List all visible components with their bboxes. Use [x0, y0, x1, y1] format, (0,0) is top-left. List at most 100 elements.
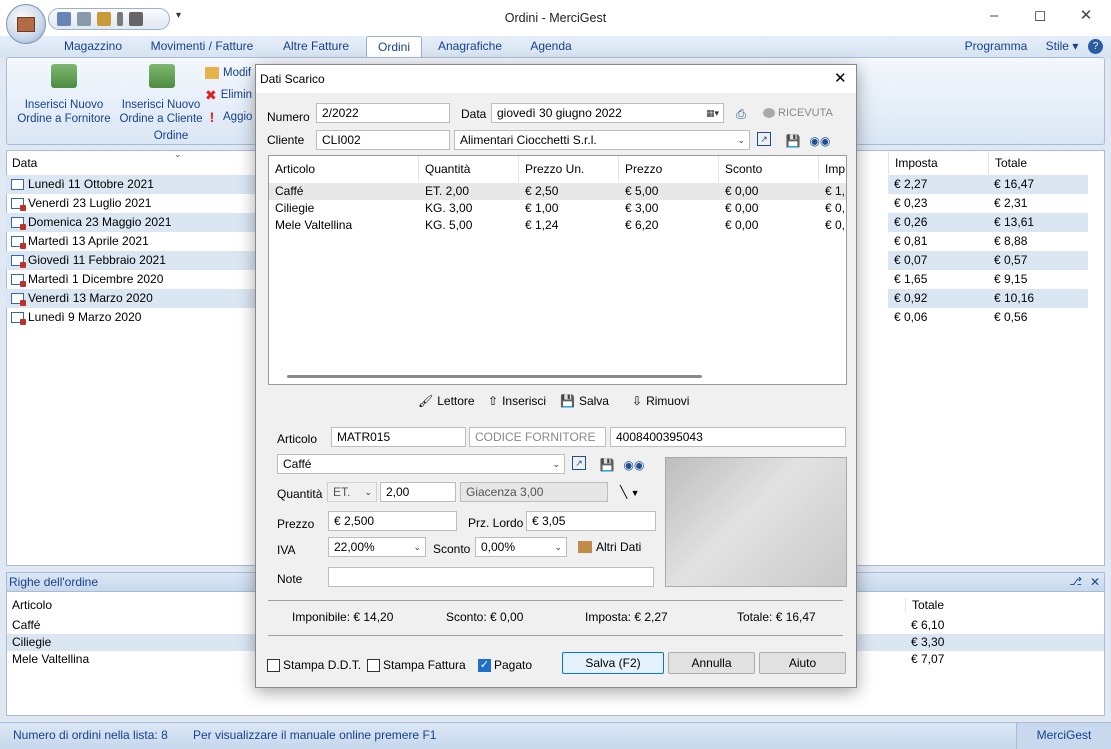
- cliente-select[interactable]: Alimentari Ciocchetti S.r.l. ⌄: [454, 130, 750, 150]
- line-articolo: Ciliegie: [12, 635, 52, 649]
- unit-select[interactable]: ET. ⌄: [327, 482, 377, 502]
- order-row-amounts[interactable]: € 0,81 € 8,88: [888, 232, 1088, 251]
- order-row[interactable]: Martedì 1 Dicembre 2020: [6, 270, 256, 289]
- grid-cell: € 2,50: [525, 184, 559, 198]
- barcode-field[interactable]: 4008400395043: [610, 427, 846, 447]
- order-imposta: € 0,07: [894, 253, 928, 267]
- order-row-amounts[interactable]: € 0,26 € 13,61: [888, 213, 1088, 232]
- pagato-checkbox[interactable]: ✓ Pagato: [478, 658, 532, 672]
- grid-row[interactable]: Ciliegie KG. 3,00 € 1,00 € 3,00 € 0,00 €…: [269, 200, 846, 217]
- numero-field[interactable]: 2/2022: [316, 103, 450, 123]
- order-row-amounts[interactable]: € 0,23 € 2,31: [888, 194, 1088, 213]
- order-row-amounts[interactable]: € 0,07 € 0,57: [888, 251, 1088, 270]
- new-supplier-order-button[interactable]: Inserisci Nuovo Ordine a Fornitore: [11, 62, 117, 126]
- inserisci-button[interactable]: ⇧ Inserisci: [488, 391, 546, 411]
- close-button[interactable]: ✕: [1063, 0, 1109, 32]
- dialog-close-icon[interactable]: ✕: [834, 69, 847, 87]
- tool-dropdown-button[interactable]: ╲ ▼: [620, 485, 640, 499]
- salva-row-button[interactable]: 💾 Salva: [560, 391, 609, 411]
- search-article-icon[interactable]: ◉◉: [624, 456, 645, 474]
- save-article-icon[interactable]: 💾: [598, 456, 616, 474]
- order-row[interactable]: Domenica 23 Maggio 2021: [6, 213, 256, 232]
- home-icon[interactable]: [57, 12, 71, 26]
- tab-anagrafiche[interactable]: Anagrafiche: [428, 36, 512, 58]
- cliente-code-field[interactable]: CLI002: [316, 130, 450, 150]
- order-row[interactable]: Venerdì 23 Luglio 2021: [6, 194, 256, 213]
- help-icon[interactable]: ?: [1088, 39, 1103, 54]
- pen-icon[interactable]: [97, 12, 111, 26]
- delete-button[interactable]: ✖ Elimin: [205, 86, 257, 104]
- tab-ordini[interactable]: Ordini: [366, 36, 422, 58]
- close-panel-icon[interactable]: ✕: [1090, 573, 1100, 591]
- new-client-order-button[interactable]: Inserisci Nuovo Ordine a Cliente: [111, 62, 211, 126]
- tool-icon[interactable]: [117, 12, 123, 26]
- tab-altre-fatture[interactable]: Altre Fatture: [270, 36, 362, 58]
- sconto-select[interactable]: 0,00% ⌄: [475, 537, 567, 557]
- save-client-icon[interactable]: 💾: [784, 132, 802, 150]
- date-picker[interactable]: giovedì 30 giugno 2022 ▦▾: [491, 103, 724, 123]
- users-icon[interactable]: [77, 12, 91, 26]
- note-field[interactable]: [328, 567, 654, 587]
- pin-icon[interactable]: ⎇: [1069, 573, 1082, 591]
- grid-row[interactable]: Mele Valtellina KG. 5,00 € 1,24 € 6,20 €…: [269, 217, 846, 234]
- ricevuta-button[interactable]: RICEVUTA: [763, 107, 833, 119]
- grid-header-imposta[interactable]: Imp: [819, 156, 847, 182]
- print-receipt-icon[interactable]: ⎙: [732, 105, 750, 123]
- salva-button[interactable]: Salva (F2): [562, 652, 664, 674]
- order-imposta: € 1,65: [894, 272, 928, 286]
- order-row-amounts[interactable]: € 0,92 € 10,16: [888, 289, 1088, 308]
- iva-select[interactable]: 22,00% ⌄: [328, 537, 426, 557]
- device-icon[interactable]: [129, 12, 143, 26]
- lettore-button[interactable]: 🖌 Lettore: [418, 391, 475, 411]
- modify-label: Modif: [223, 67, 252, 79]
- tab-magazzino[interactable]: Magazzino: [52, 36, 134, 58]
- grid-header-prezzo[interactable]: Prezzo: [619, 156, 719, 182]
- articolo-select[interactable]: Caffé ⌄: [277, 454, 565, 474]
- grid-row-selected[interactable]: Caffé ET. 2,00 € 2,50 € 5,00 € 0,00 € 1,: [269, 183, 846, 200]
- order-date: Giovedì 11 Febbraio 2021: [28, 253, 166, 267]
- prezzo-field[interactable]: € 2,500: [328, 511, 457, 531]
- order-row[interactable]: Giovedì 11 Febbraio 2021: [6, 251, 256, 270]
- open-article-icon[interactable]: ↗: [572, 456, 586, 470]
- order-row-amounts[interactable]: € 1,65 € 9,15: [888, 270, 1088, 289]
- qat-dropdown-icon[interactable]: ▾: [176, 10, 181, 21]
- annulla-button[interactable]: Annulla: [668, 652, 755, 674]
- grid-header-articolo[interactable]: Articolo: [269, 156, 419, 182]
- aiuto-button[interactable]: Aiuto: [759, 652, 846, 674]
- lines-col-articolo[interactable]: Articolo: [12, 598, 52, 612]
- lines-col-totale[interactable]: Totale: [905, 598, 1105, 612]
- order-row[interactable]: Lunedì 11 Ottobre 2021: [6, 175, 256, 194]
- grid-header-quantita[interactable]: Quantità: [419, 156, 519, 182]
- col-imposta-header[interactable]: Imposta: [888, 152, 988, 174]
- modify-button[interactable]: Modif: [205, 64, 257, 82]
- grid-header-sconto[interactable]: Sconto: [719, 156, 819, 182]
- col-data-header[interactable]: Data: [6, 152, 256, 174]
- open-client-icon[interactable]: ↗: [757, 132, 771, 146]
- order-row-amounts[interactable]: € 2,27 € 16,47: [888, 175, 1088, 194]
- tab-movimenti-fatture[interactable]: Movimenti / Fatture: [140, 36, 264, 58]
- grid-header-prezzo-un[interactable]: Prezzo Un.: [519, 156, 619, 182]
- altri-dati-button[interactable]: Altri Dati: [578, 537, 641, 557]
- quantita-field[interactable]: 2,00: [380, 482, 456, 502]
- stampa-fattura-checkbox[interactable]: Stampa Fattura: [367, 658, 466, 672]
- articolo-code-field[interactable]: MATR015: [331, 427, 466, 447]
- col-totale-header[interactable]: Totale: [988, 152, 1088, 174]
- order-row[interactable]: Martedì 13 Aprile 2021: [6, 232, 256, 251]
- stampa-ddt-checkbox[interactable]: Stampa D.D.T.: [267, 658, 361, 672]
- order-row[interactable]: Venerdì 13 Marzo 2020: [6, 289, 256, 308]
- codice-fornitore-field[interactable]: CODICE FORNITORE: [469, 427, 606, 447]
- rimuovi-button[interactable]: ⇩ Rimuovi: [632, 391, 689, 411]
- minimize-button[interactable]: –: [971, 0, 1017, 32]
- tab-agenda[interactable]: Agenda: [518, 36, 584, 58]
- app-menu-button[interactable]: [6, 4, 46, 44]
- search-client-icon[interactable]: ◉◉: [810, 132, 831, 150]
- grid-horizontal-scrollbar[interactable]: [287, 375, 702, 378]
- stile-menu[interactable]: Stile ▾: [1040, 36, 1084, 58]
- update-button[interactable]: ! Aggio: [205, 108, 257, 126]
- prz-lordo-field[interactable]: € 3,05: [526, 511, 656, 531]
- maximize-button[interactable]: ◻: [1017, 0, 1063, 32]
- programma-menu[interactable]: Programma ▾: [963, 36, 1029, 73]
- order-row-amounts[interactable]: € 0,06 € 0,56: [888, 308, 1088, 327]
- iva-value: 22,00%: [334, 540, 375, 554]
- order-row[interactable]: Lunedì 9 Marzo 2020: [6, 308, 256, 327]
